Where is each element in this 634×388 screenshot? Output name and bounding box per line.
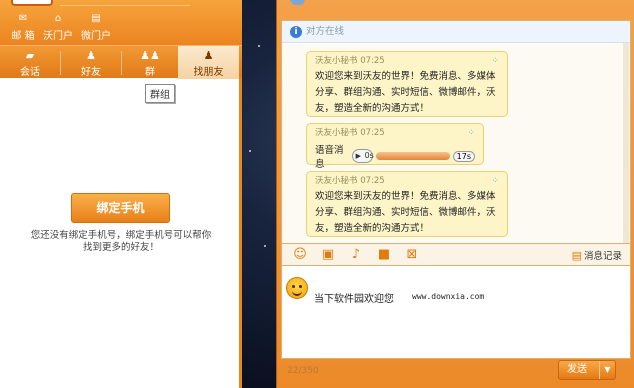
input-toolbar: ☺ ▣ ♪ ■ ⊠ ▤ 消息记录 [281, 244, 631, 266]
more-options-icon[interactable]: ⁘ [491, 56, 499, 66]
message-history-button[interactable]: ▤ 消息记录 [572, 248, 622, 262]
bind-phone-hint: 您还没有绑定手机号，绑定手机号可以帮你找到更多的好友！ [30, 230, 212, 253]
wo-portal-link[interactable]: ⌂ 沃门户 [42, 12, 74, 42]
more-options-icon[interactable]: ⁘ [467, 128, 475, 138]
home-icon: ⌂ [54, 13, 62, 24]
scrollbar[interactable] [623, 43, 629, 243]
message-bubble: 沃友小秘书 07:25 ⁘ 欢迎您来到沃友的世界！免费消息、多媒体分享、群组沟通… [306, 51, 508, 117]
mailbox-label: 邮 箱 [11, 31, 35, 42]
input-url: www.downxia.com [412, 292, 485, 301]
info-icon: i [290, 26, 302, 38]
find-friend-icon: ♟ [203, 49, 214, 62]
smiley-emoticon [286, 277, 308, 299]
play-icon: ▶ [355, 152, 361, 160]
tab-friends[interactable]: ♟ 好友 [61, 46, 121, 79]
voice-progress-bar[interactable] [375, 152, 450, 160]
header-decoration [60, 0, 190, 6]
message-input[interactable]: 当下软件园欢迎您 www.downxia.com [281, 266, 631, 359]
microphone-icon[interactable]: ♪ [348, 247, 364, 263]
voice-start-time: 0s [364, 151, 374, 160]
main-tabs: ▰ 会话 ♟ 好友 ♟♟ 群 ♟ 找朋友 [0, 45, 242, 79]
message-bubble: 沃友小秘书 07:25 ⁘ 欢迎您来到沃友的世界！免费消息、多媒体分享、群组沟通… [306, 171, 508, 237]
character-counter: 22/350 [287, 366, 319, 376]
tab-conversations[interactable]: ▰ 会话 [0, 46, 60, 79]
tab-find-friends[interactable]: ♟ 找朋友 [178, 46, 239, 79]
groups-tooltip: 群组 [145, 84, 175, 103]
message-time: 07:25 [360, 128, 385, 138]
more-options-icon[interactable]: ⁘ [491, 176, 499, 186]
message-meta: 沃友小秘书 07:25 [315, 55, 499, 67]
bind-phone-button[interactable]: 绑定手机 [71, 193, 170, 223]
group-icon: ♟♟ [140, 49, 160, 62]
message-text: 欢迎您来到沃友的世界！免费消息、多媒体分享、群组沟通、实时短信、微博邮件，沃友，… [315, 191, 496, 234]
online-status-text: 对方在线 [306, 26, 345, 37]
wo-portal-label: 沃门户 [43, 31, 73, 42]
file-icon[interactable]: ⊠ [404, 247, 420, 263]
play-button[interactable]: ▶ 0s [351, 149, 374, 163]
send-button[interactable]: 发送 ▼ [558, 360, 616, 380]
tab-label: 找朋友 [193, 67, 224, 78]
voice-label: 语音消息 [315, 145, 344, 170]
message-time: 07:25 [360, 176, 385, 186]
message-text: 欢迎您来到沃友的世界！免费消息、多媒体分享、群组沟通、实时短信、微博邮件，沃友，… [315, 71, 496, 114]
online-status-bar: i 对方在线 [282, 21, 630, 43]
left-header: ✉ 邮 箱 ⌂ 沃门户 ▤ 微门户 [0, 0, 242, 45]
voice-duration: 17s [452, 150, 475, 162]
mailbox-link[interactable]: ✉ 邮 箱 [10, 12, 36, 42]
contacts-window: ✉ 邮 箱 ⌂ 沃门户 ▤ 微门户 ▰ 会话 ♟ 好友 ♟♟ 群 ♟ 找朋友 群… [0, 0, 242, 388]
message-sender: 沃友小秘书 [315, 56, 358, 66]
friend-icon: ♟ [86, 49, 96, 62]
tab-label: 好友 [81, 67, 101, 78]
message-history: i 对方在线 沃友小秘书 07:25 ⁘ 欢迎您来到沃友的世界！免费消息、多媒体… [281, 20, 631, 244]
history-label: 消息记录 [583, 251, 622, 262]
envelope-icon: ✉ [18, 13, 28, 24]
message-time: 07:25 [360, 56, 385, 66]
star [249, 150, 251, 152]
star [264, 245, 266, 247]
star [258, 45, 260, 47]
message-meta: 沃友小秘书 07:25 [315, 127, 475, 139]
tab-groups[interactable]: ♟♟ 群 [122, 46, 178, 79]
message-sender: 沃友小秘书 [315, 176, 358, 186]
contact-avatar[interactable] [290, 0, 305, 5]
send-label: 发送 [567, 364, 587, 375]
message-sender: 沃友小秘书 [315, 128, 358, 138]
micro-portal-label: 微门户 [81, 31, 111, 42]
user-avatar[interactable] [11, 0, 53, 6]
voice-message-bubble: 沃友小秘书 07:25 ⁘ 语音消息 ▶ 0s 17s [306, 123, 484, 170]
micro-portal-link[interactable]: ▤ 微门户 [80, 12, 112, 42]
image-icon[interactable]: ▣ [320, 247, 336, 263]
chat-window: i 对方在线 沃友小秘书 07:25 ⁘ 欢迎您来到沃友的世界！免费消息、多媒体… [276, 0, 634, 388]
chevron-down-icon[interactable]: ▼ [599, 361, 615, 379]
message-meta: 沃友小秘书 07:25 [315, 175, 499, 187]
tab-label: 会话 [20, 67, 40, 78]
emoji-icon[interactable]: ☺ [292, 247, 308, 263]
tab-label: 群 [145, 67, 155, 78]
input-text: 当下软件园欢迎您 [314, 294, 394, 305]
portal-icon: ▤ [91, 13, 101, 24]
voice-player: 语音消息 ▶ 0s 17s [315, 142, 475, 170]
history-icon: ▤ [571, 249, 582, 262]
chat-bubble-icon: ▰ [25, 49, 35, 62]
video-icon[interactable]: ■ [376, 247, 392, 263]
